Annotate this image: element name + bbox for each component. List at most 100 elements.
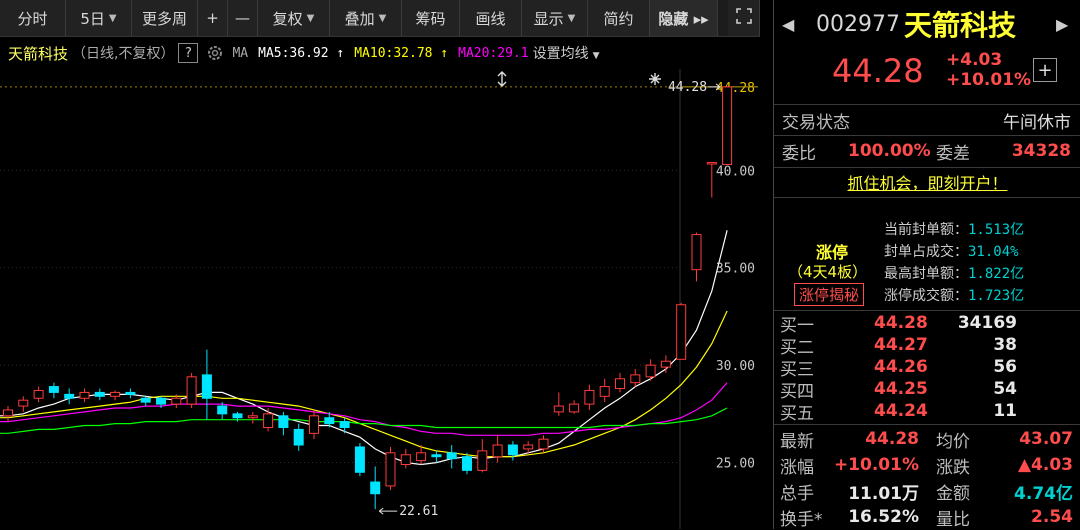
- gear-icon[interactable]: [206, 44, 224, 62]
- candle-body[interactable]: [33, 389, 44, 399]
- candle-body[interactable]: [324, 417, 335, 425]
- bid-price: 44.28: [874, 313, 928, 333]
- candle-body[interactable]: [676, 304, 687, 360]
- ma5-value: MA5:36.92 ↑: [258, 45, 345, 61]
- candle-body[interactable]: [630, 374, 641, 384]
- next-stock-button[interactable]: ▶: [1056, 15, 1068, 34]
- candle-body[interactable]: [278, 415, 289, 428]
- vertical-resize-icon[interactable]: [497, 71, 507, 87]
- candle-body[interactable]: [247, 415, 258, 419]
- candlestick-chart[interactable]: 44.28 40.00 35.00 30.00 25.00 44.28 22.61: [0, 69, 760, 529]
- candle-body[interactable]: [171, 397, 182, 405]
- bid-row[interactable]: 买三 44.26 56: [774, 356, 1080, 380]
- limit-up-line-value: 31.04%: [968, 244, 1019, 260]
- limit-up-line-value: 1.513亿: [968, 222, 1025, 238]
- candle-body[interactable]: [232, 413, 243, 419]
- candle-body[interactable]: [416, 452, 427, 462]
- candle-body[interactable]: [370, 481, 381, 495]
- candle-body[interactable]: [339, 421, 350, 428]
- toolbar-item-1[interactable]: 5日 ▼: [66, 0, 132, 36]
- candle-body[interactable]: [156, 397, 166, 405]
- candle-body[interactable]: [538, 438, 549, 450]
- add-watchlist-button[interactable]: +: [1033, 58, 1057, 82]
- bid-row[interactable]: 买二 44.27 38: [774, 334, 1080, 358]
- candle-body[interactable]: [569, 403, 580, 413]
- candle-body[interactable]: [293, 428, 304, 446]
- candle-body[interactable]: [94, 391, 105, 397]
- candle-body[interactable]: [615, 378, 625, 390]
- candle-body[interactable]: [79, 391, 90, 399]
- candle-body[interactable]: [462, 456, 472, 471]
- open-account-link[interactable]: 抓住机会，即刻开户！: [847, 170, 1007, 194]
- stat-v1: 16.52%: [848, 507, 919, 527]
- stat-l2: 金额: [936, 483, 970, 504]
- candle-body[interactable]: [385, 452, 396, 487]
- candle-body[interactable]: [507, 444, 518, 456]
- candle-body[interactable]: [400, 454, 411, 465]
- prev-stock-button[interactable]: ◀: [782, 15, 794, 34]
- toolbar-item-0[interactable]: 分时: [0, 0, 66, 36]
- chevron-down-icon: ▼: [592, 51, 600, 61]
- limit-up-secret-button[interactable]: 涨停揭秘: [794, 283, 865, 306]
- status-value: 午间休市: [1003, 112, 1071, 133]
- candle-body[interactable]: [691, 234, 702, 271]
- toolbar-item-3[interactable]: +: [198, 0, 228, 36]
- candle-body[interactable]: [645, 364, 656, 378]
- sun-icon[interactable]: [649, 73, 661, 85]
- bid-vol: 56: [993, 357, 1017, 377]
- toolbar-item-9[interactable]: 显示 ▼: [522, 0, 588, 36]
- candle-body[interactable]: [3, 409, 13, 417]
- help-button[interactable]: ?: [178, 43, 199, 63]
- toolbar-item-4[interactable]: —: [228, 0, 258, 36]
- candle-body[interactable]: [492, 444, 503, 458]
- candle-body[interactable]: [64, 393, 75, 399]
- candle-body[interactable]: [48, 386, 59, 393]
- candle-body[interactable]: [217, 405, 228, 415]
- ma10-value: MA10:32.78 ↑: [354, 45, 449, 61]
- candle-body[interactable]: [599, 386, 610, 397]
- candle-body[interactable]: [523, 444, 534, 450]
- candle-body[interactable]: [553, 405, 564, 413]
- candle-body[interactable]: [263, 413, 274, 428]
- toolbar-item-7[interactable]: 筹码: [402, 0, 460, 36]
- candle-body[interactable]: [18, 399, 29, 407]
- toolbar-item-5[interactable]: 复权 ▼: [258, 0, 330, 36]
- bid-label: 买五: [780, 403, 814, 424]
- toolbar-item-label: 筹码: [415, 9, 446, 28]
- ma-settings-button[interactable]: 设置均线 ▼: [533, 43, 600, 63]
- stat-v2: 4.74亿: [1014, 483, 1073, 504]
- expand-icon: [735, 7, 753, 29]
- quote-panel: ◀ 002977 天箭科技 ▶ 44.28 +4.03 +10.01% + 交易…: [773, 0, 1080, 530]
- stat-l2: 均价: [936, 431, 970, 452]
- candle-body[interactable]: [201, 374, 212, 399]
- limit-up-line: 最高封单额：1.822亿: [884, 263, 1024, 283]
- fullscreen-button[interactable]: [728, 0, 760, 36]
- candle-body[interactable]: [584, 389, 595, 405]
- bid-row[interactable]: 买五 44.24 11: [774, 400, 1080, 424]
- chevron-down-icon: ▼: [108, 12, 117, 24]
- candle-body[interactable]: [706, 162, 717, 165]
- toolbar-item-2[interactable]: 更多周: [132, 0, 198, 36]
- candle-body[interactable]: [186, 376, 197, 405]
- candle-body[interactable]: [431, 454, 442, 458]
- candle-body[interactable]: [477, 450, 488, 471]
- toolbar-item-6[interactable]: 叠加 ▼: [330, 0, 402, 36]
- candle-body[interactable]: [110, 391, 121, 397]
- candle-body[interactable]: [309, 415, 319, 434]
- candle-body[interactable]: [140, 397, 151, 403]
- toolbar-item-10[interactable]: 简约: [588, 0, 650, 36]
- candle-body[interactable]: [722, 86, 733, 165]
- stat-v2: 2.54: [1031, 507, 1073, 527]
- bid-row[interactable]: 买一 44.28 34169: [774, 312, 1080, 336]
- toolbar-item-8[interactable]: 画线: [460, 0, 522, 36]
- toolbar-item-11[interactable]: 隐藏 ▸▸: [650, 0, 718, 36]
- price-change: +4.03: [946, 50, 1003, 70]
- bid-row[interactable]: 买四 44.25 54: [774, 378, 1080, 402]
- limit-up-line-value: 1.723亿: [968, 288, 1025, 304]
- candle-body[interactable]: [660, 360, 671, 368]
- y-tick-label: 44.28: [716, 81, 755, 96]
- candle-body[interactable]: [354, 446, 365, 473]
- stat-v2: ▲4.03: [1017, 455, 1073, 475]
- candle-body[interactable]: [125, 391, 136, 395]
- candle-body[interactable]: [446, 452, 457, 460]
